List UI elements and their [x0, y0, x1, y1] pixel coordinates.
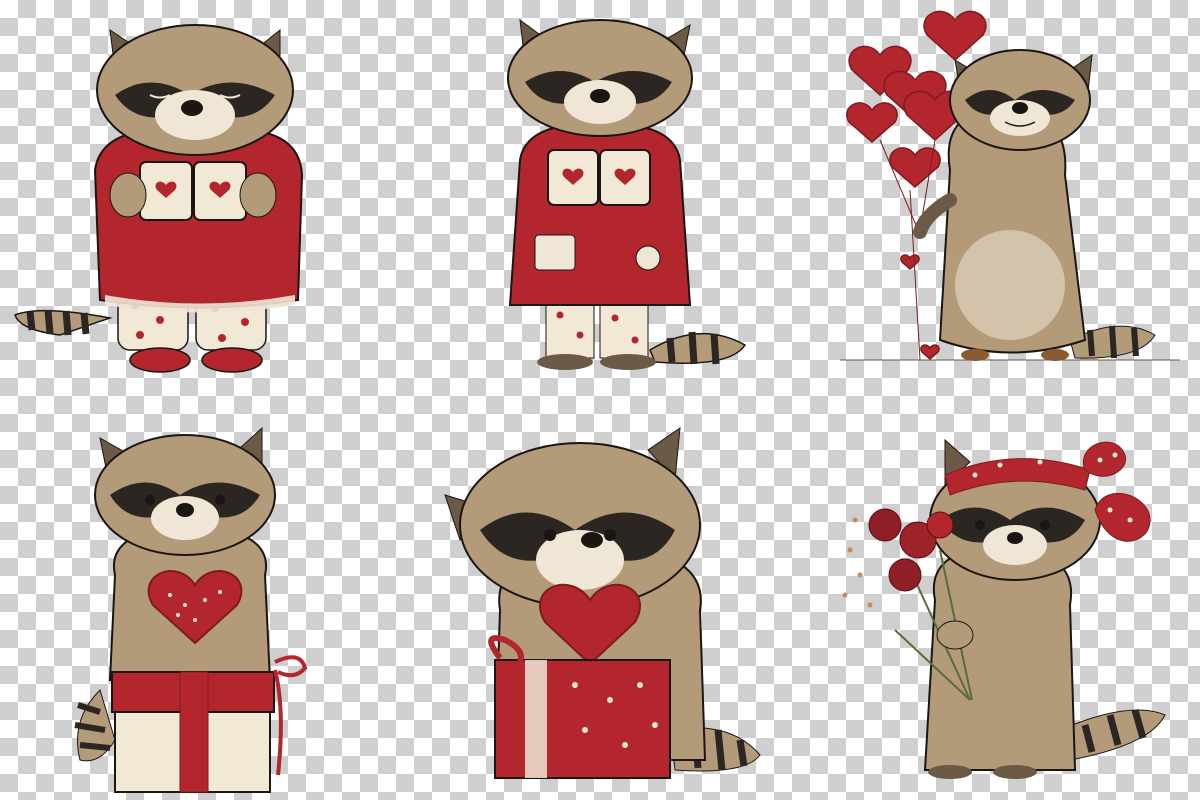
raccoon-mugs-robe-illustration	[0, 0, 400, 400]
red-gift-box	[488, 635, 671, 779]
striped-tail	[649, 331, 747, 365]
raccoon-head	[444, 426, 701, 608]
raccoon-head	[949, 49, 1093, 151]
striped-tail	[1059, 709, 1166, 761]
two-heart-mugs	[547, 149, 651, 206]
gift-box	[111, 655, 308, 793]
raccoon-hugging-heart-gift-illustration	[400, 400, 800, 800]
raccoon-heart-balloons-illustration	[800, 0, 1200, 400]
red-coat	[508, 124, 692, 306]
striped-tail	[74, 689, 116, 762]
raccoon-mugs-coat-illustration	[400, 0, 800, 400]
raccoon-on-gift-box-illustration	[0, 400, 400, 800]
raccoon-bow-roses-illustration	[800, 400, 1200, 800]
raccoon-head	[94, 426, 276, 556]
striped-tail	[14, 309, 113, 336]
raccoon-head	[96, 24, 294, 156]
heart-pajama-legs	[537, 299, 656, 370]
raccoon-head	[507, 18, 693, 137]
